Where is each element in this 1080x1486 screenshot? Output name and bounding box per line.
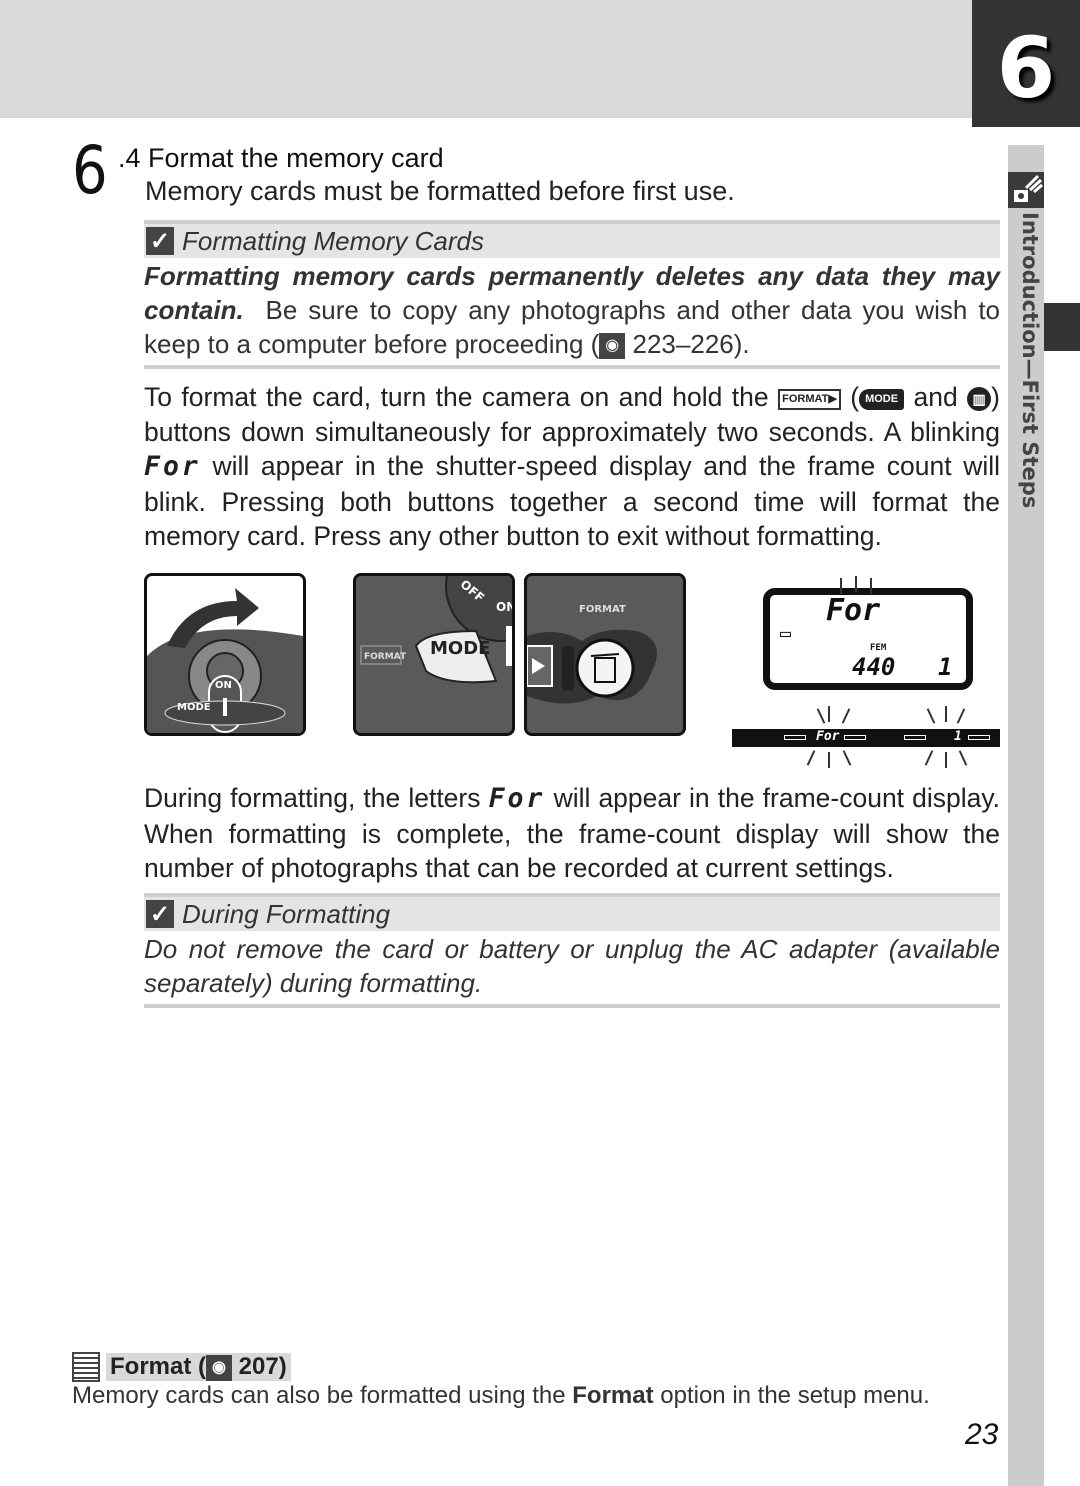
bar-dash [968, 735, 990, 740]
blink-ray [841, 708, 851, 724]
mode-button-label: MODE [430, 638, 491, 659]
step-title: .4 Format the memory card [118, 143, 444, 173]
warning-text: Do not remove the card or battery or unp… [144, 934, 1000, 998]
viewfinder-display-bar: For 1 [732, 729, 1000, 747]
blink-ray [956, 708, 966, 724]
blink-ray [816, 708, 826, 724]
blink-ray [945, 706, 947, 722]
text: option in the setup menu. [653, 1382, 930, 1409]
header-band [0, 0, 972, 118]
note-formatting-memory-cards: ✓ Formatting Memory Cards Formatting mem… [144, 220, 1000, 369]
lcd-frame-count: 1 [938, 653, 953, 681]
delete-button-illustration: FORMAT [524, 573, 686, 736]
reference-eye-icon: ◉ [206, 1354, 232, 1381]
format-button-icon: FORMAT▶ [778, 388, 841, 410]
format-label-2: FORMAT [579, 604, 626, 615]
text: Memory cards can also be formatted using… [72, 1382, 573, 1409]
viewfinder-frame: 1 [954, 729, 962, 744]
bar-dash [904, 735, 926, 740]
note-during-formatting: ✓ During Formatting Do not remove the ca… [144, 893, 1000, 1008]
mode-button-illustration: MODE FORMAT OFF ON [353, 573, 515, 736]
tip-body: Memory cards can also be formatted using… [72, 1382, 930, 1410]
blink-ray [840, 578, 842, 594]
bar-dash [844, 735, 866, 740]
text: To format the card, turn the camera on a… [144, 382, 769, 412]
tip-title-text: Format ( [110, 1353, 206, 1380]
note-body: Do not remove the card or battery or unp… [144, 931, 1000, 1000]
note-header: ✓ During Formatting [144, 893, 1000, 931]
section-side-label: Introduction—First Steps [1018, 212, 1042, 509]
during-formatting-paragraph: During formatting, the letters For will … [144, 781, 1000, 886]
text: will appear in the shutter-speed display… [144, 451, 1000, 551]
step-subtitle: Memory cards must be formatted before fi… [145, 176, 735, 206]
blink-ray [806, 750, 816, 766]
tip-header: Format (◉ 207) [72, 1352, 291, 1382]
checkmark-icon: ✓ [146, 900, 174, 928]
lcd-count: 440 [852, 653, 896, 681]
checkmark-icon: ✓ [146, 227, 174, 255]
viewfinder-for: For [816, 729, 840, 744]
note-text: Be sure to copy any photographs and othe… [144, 295, 1000, 359]
tip-page-reference[interactable]: 207 [239, 1353, 279, 1380]
lcd-for-glyph: For [488, 783, 546, 814]
setup-menu-icon [72, 1352, 100, 1382]
camera-hand-icon [1008, 172, 1044, 208]
trash-button-icon: ▥ [967, 387, 992, 411]
blink-ray [945, 752, 947, 768]
format-label: FORMAT [364, 652, 407, 662]
mode-label: MODE [177, 702, 211, 713]
reference-eye-icon: ◉ [599, 333, 626, 360]
lcd-shutter-display: For [826, 593, 881, 628]
text: ( [850, 382, 860, 412]
note-header: ✓ Formatting Memory Cards [144, 220, 1000, 258]
text: During formatting, the letters [144, 783, 481, 813]
instructions-paragraph: To format the card, turn the camera on a… [144, 380, 1000, 554]
blink-ray [870, 578, 872, 594]
page-reference-link[interactable]: 223–226 [633, 329, 734, 359]
on-label: ON [215, 680, 232, 691]
blink-ray [924, 750, 934, 766]
note-title: Formatting Memory Cards [182, 225, 484, 256]
note-text-close: ). [733, 329, 750, 359]
step-big-number: 6 [72, 132, 108, 209]
blink-ray [842, 750, 852, 766]
note-rule [144, 365, 1000, 369]
delete-button-drawing [527, 576, 683, 733]
blink-ray [926, 708, 936, 724]
on-label-2: ON [496, 600, 515, 614]
blink-ray [828, 752, 830, 768]
bar-dash [784, 735, 806, 740]
tip-title-close: ) [278, 1353, 287, 1380]
blink-ray [958, 750, 968, 766]
section-marker [1044, 303, 1080, 351]
note-body: Formatting memory cards permanently dele… [144, 258, 1000, 361]
chapter-tab: 6 [972, 0, 1080, 127]
note-rule [144, 1004, 1000, 1008]
power-switch-drawing [147, 576, 303, 733]
control-panel-lcd: For ▭ FEM 440 1 [763, 588, 973, 690]
power-switch-illustration: ON MODE [144, 573, 306, 736]
memory-card-icon: ▭ [780, 623, 791, 644]
tip-title: Format (◉ 207) [106, 1353, 291, 1381]
lcd-for-glyph: For [144, 451, 201, 482]
note-title: During Formatting [182, 898, 391, 929]
text: and [913, 382, 958, 412]
blink-ray [828, 706, 830, 722]
blink-ray [855, 576, 857, 592]
lcd-fem-label: FEM [870, 643, 887, 653]
menu-option-name: Format [572, 1382, 654, 1409]
page-number: 23 [965, 1418, 999, 1451]
mode-button-icon: MODE [859, 388, 905, 410]
